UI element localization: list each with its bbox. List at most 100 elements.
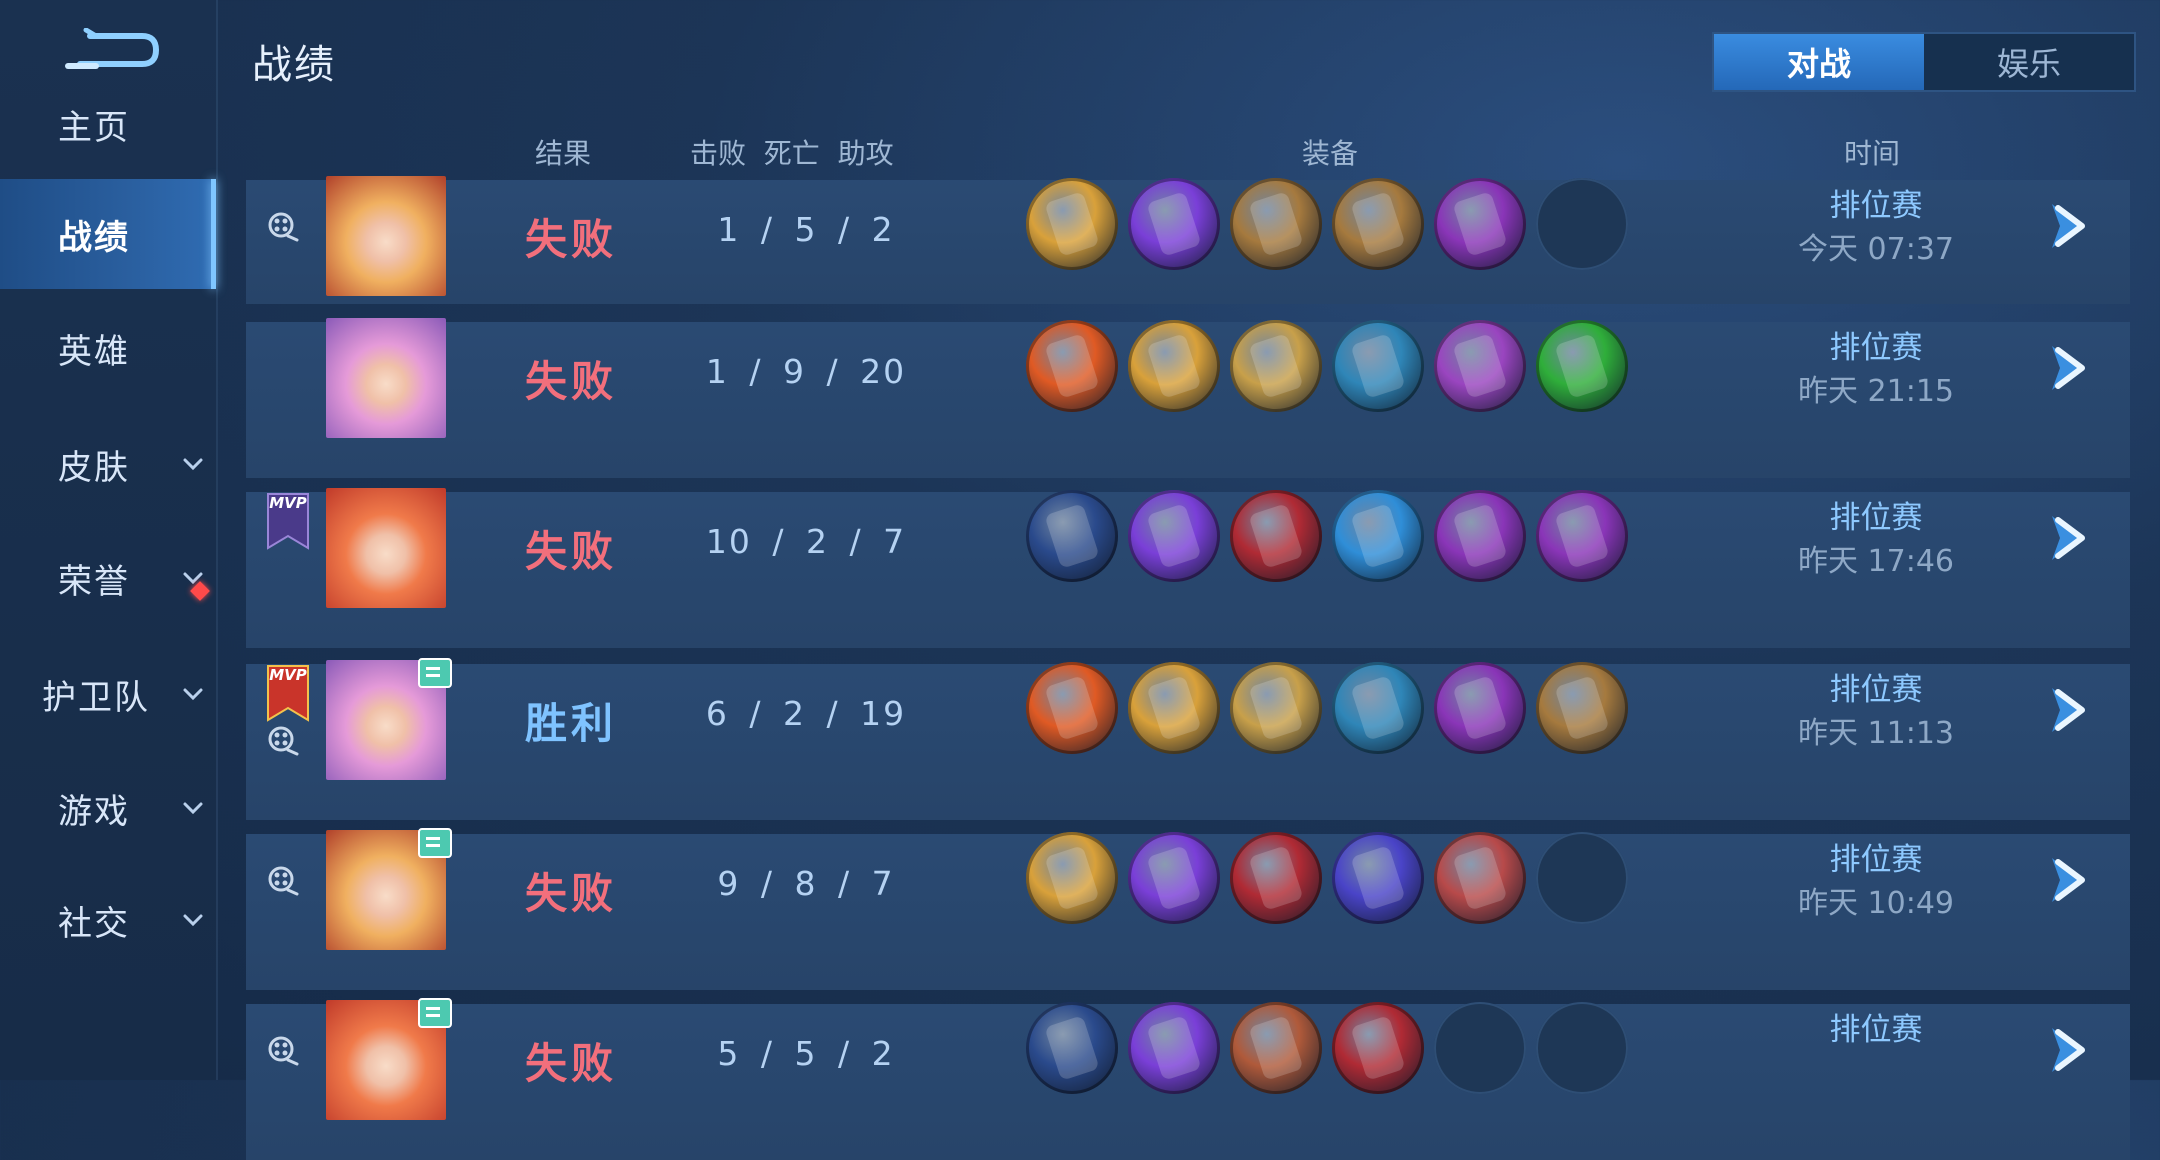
chevron-right-icon[interactable] [2044, 340, 2094, 396]
sidebar-item-heroes[interactable]: 英雄 [0, 293, 216, 403]
equipment-icon[interactable] [1332, 490, 1424, 582]
sidebar-item-label: 主页 [58, 107, 130, 148]
chevron-down-icon [183, 802, 203, 815]
match-row[interactable]: 失败 9 / 8 / 7 排位赛昨天 10:49 [246, 828, 2130, 990]
sidebar-item-label: 荣誉 [58, 561, 130, 602]
hero-avatar [326, 176, 446, 296]
equipment-icon[interactable] [1128, 1002, 1220, 1094]
sidebar: 主页战绩英雄皮肤荣誉护卫队游戏社交 [0, 0, 218, 1080]
replay-icon[interactable] [266, 724, 300, 758]
sidebar-item-label: 游戏 [58, 791, 130, 832]
sidebar-item-game[interactable]: 游戏 [0, 753, 216, 863]
chevron-down-icon [183, 914, 203, 927]
equipment-icon[interactable] [1026, 1002, 1118, 1094]
sidebar-item-guard-team[interactable]: 护卫队 [0, 639, 216, 749]
match-mode: 排位赛 [1829, 1012, 1923, 1048]
team-badge-icon [418, 998, 452, 1028]
chevron-right-icon[interactable] [2044, 1022, 2094, 1078]
match-mode: 排位赛 [1829, 672, 1923, 708]
equipment-icon[interactable] [1128, 490, 1220, 582]
match-mode: 排位赛 [1829, 500, 1923, 536]
equipment-icon[interactable] [1230, 1002, 1322, 1094]
equipment-icon[interactable] [1434, 662, 1526, 754]
equipment-icon[interactable] [1332, 1002, 1424, 1094]
mvp-badge-icon: MVP [267, 493, 309, 550]
equipment-icon[interactable] [1332, 832, 1424, 924]
equipment-list [1026, 1002, 1628, 1094]
page-title: 战绩 [252, 42, 336, 88]
equipment-icon[interactable] [1026, 490, 1118, 582]
equipment-icon[interactable] [1536, 662, 1628, 754]
equipment-icon[interactable] [1434, 490, 1526, 582]
kda-stats: 1 / 9 / 20 [705, 352, 907, 391]
replay-icon[interactable] [266, 864, 300, 898]
hero-avatar [326, 488, 446, 608]
match-result: 失败 [524, 869, 617, 918]
empty-equipment-slot[interactable] [1536, 178, 1628, 270]
equipment-icon[interactable] [1434, 832, 1526, 924]
equipment-icon[interactable] [1332, 178, 1424, 270]
tab-entertainment[interactable]: 娱乐 [1924, 34, 2134, 90]
equipment-icon[interactable] [1026, 320, 1118, 412]
equipment-icon[interactable] [1128, 178, 1220, 270]
hero-avatar [326, 318, 446, 438]
equipment-icon[interactable] [1128, 662, 1220, 754]
team-badge-icon [418, 658, 452, 688]
sidebar-item-label: 皮肤 [58, 447, 130, 488]
svg-text:MVP: MVP [269, 666, 307, 684]
equipment-list [1026, 490, 1628, 582]
sidebar-item-label: 英雄 [58, 331, 130, 372]
match-row[interactable]: 失败 1 / 5 / 2 排位赛 今天 07:37 [246, 176, 2130, 304]
chevron-right-icon[interactable] [2044, 852, 2094, 908]
equipment-list [1026, 320, 1628, 412]
sidebar-item-honor[interactable]: 荣誉 [0, 523, 216, 633]
match-time: 昨天 21:15 [1798, 374, 1954, 409]
sidebar-item-skins[interactable]: 皮肤 [0, 409, 216, 519]
equipment-icon[interactable] [1332, 662, 1424, 754]
sidebar-item-records[interactable]: 战绩 [0, 179, 216, 289]
empty-equipment-slot[interactable] [1536, 832, 1628, 924]
replay-icon[interactable] [266, 210, 300, 244]
replay-icon[interactable] [266, 1034, 300, 1068]
empty-equipment-slot[interactable] [1536, 1002, 1628, 1094]
column-header-result: 结果 [535, 137, 592, 170]
equipment-icon[interactable] [1434, 178, 1526, 270]
chevron-down-icon [183, 688, 203, 701]
equipment-icon[interactable] [1230, 178, 1322, 270]
match-row[interactable]: MVP 失败 10 / 2 / 7 排位赛 昨天 17:46 [246, 488, 2130, 648]
equipment-icon[interactable] [1536, 490, 1628, 582]
match-row[interactable]: MVP 胜利 6 / 2 / 19 排位赛 昨天 11:13 [246, 658, 2130, 820]
match-row[interactable]: 失败 5 / 5 / 2 排位赛 [246, 998, 2130, 1160]
equipment-icon[interactable] [1230, 490, 1322, 582]
equipment-icon[interactable] [1230, 320, 1322, 412]
svg-text:MVP: MVP [269, 494, 307, 512]
equipment-icon[interactable] [1026, 178, 1118, 270]
equipment-icon[interactable] [1026, 662, 1118, 754]
chevron-right-icon[interactable] [2044, 198, 2094, 254]
chevron-right-icon[interactable] [2044, 510, 2094, 566]
sidebar-item-home[interactable]: 主页 [0, 69, 216, 179]
column-header-kda: 击败 死亡 助攻 [690, 137, 894, 170]
equipment-icon[interactable] [1536, 320, 1628, 412]
mode-tabs: 对战 娱乐 [1712, 32, 2136, 92]
tab-battle[interactable]: 对战 [1714, 34, 1924, 90]
equipment-list [1026, 832, 1628, 924]
equipment-icon[interactable] [1128, 832, 1220, 924]
match-result: 失败 [524, 215, 617, 264]
equipment-icon[interactable] [1230, 662, 1322, 754]
sidebar-item-label: 战绩 [58, 217, 130, 258]
equipment-icon[interactable] [1332, 320, 1424, 412]
match-time: 昨天 10:49 [1798, 886, 1954, 921]
column-header-equipment: 装备 [1302, 137, 1359, 170]
equipment-icon[interactable] [1434, 320, 1526, 412]
match-mode: 排位赛 [1829, 842, 1923, 878]
kda-stats: 9 / 8 / 7 [717, 864, 895, 903]
empty-equipment-slot[interactable] [1434, 1002, 1526, 1094]
chevron-right-icon[interactable] [2044, 682, 2094, 738]
sidebar-item-social[interactable]: 社交 [0, 865, 216, 975]
match-time: 今天 07:37 [1798, 232, 1954, 267]
equipment-icon[interactable] [1026, 832, 1118, 924]
equipment-icon[interactable] [1230, 832, 1322, 924]
equipment-icon[interactable] [1128, 320, 1220, 412]
match-row[interactable]: 失败 1 / 9 / 20 排位赛 昨天 21:15 [246, 318, 2130, 478]
